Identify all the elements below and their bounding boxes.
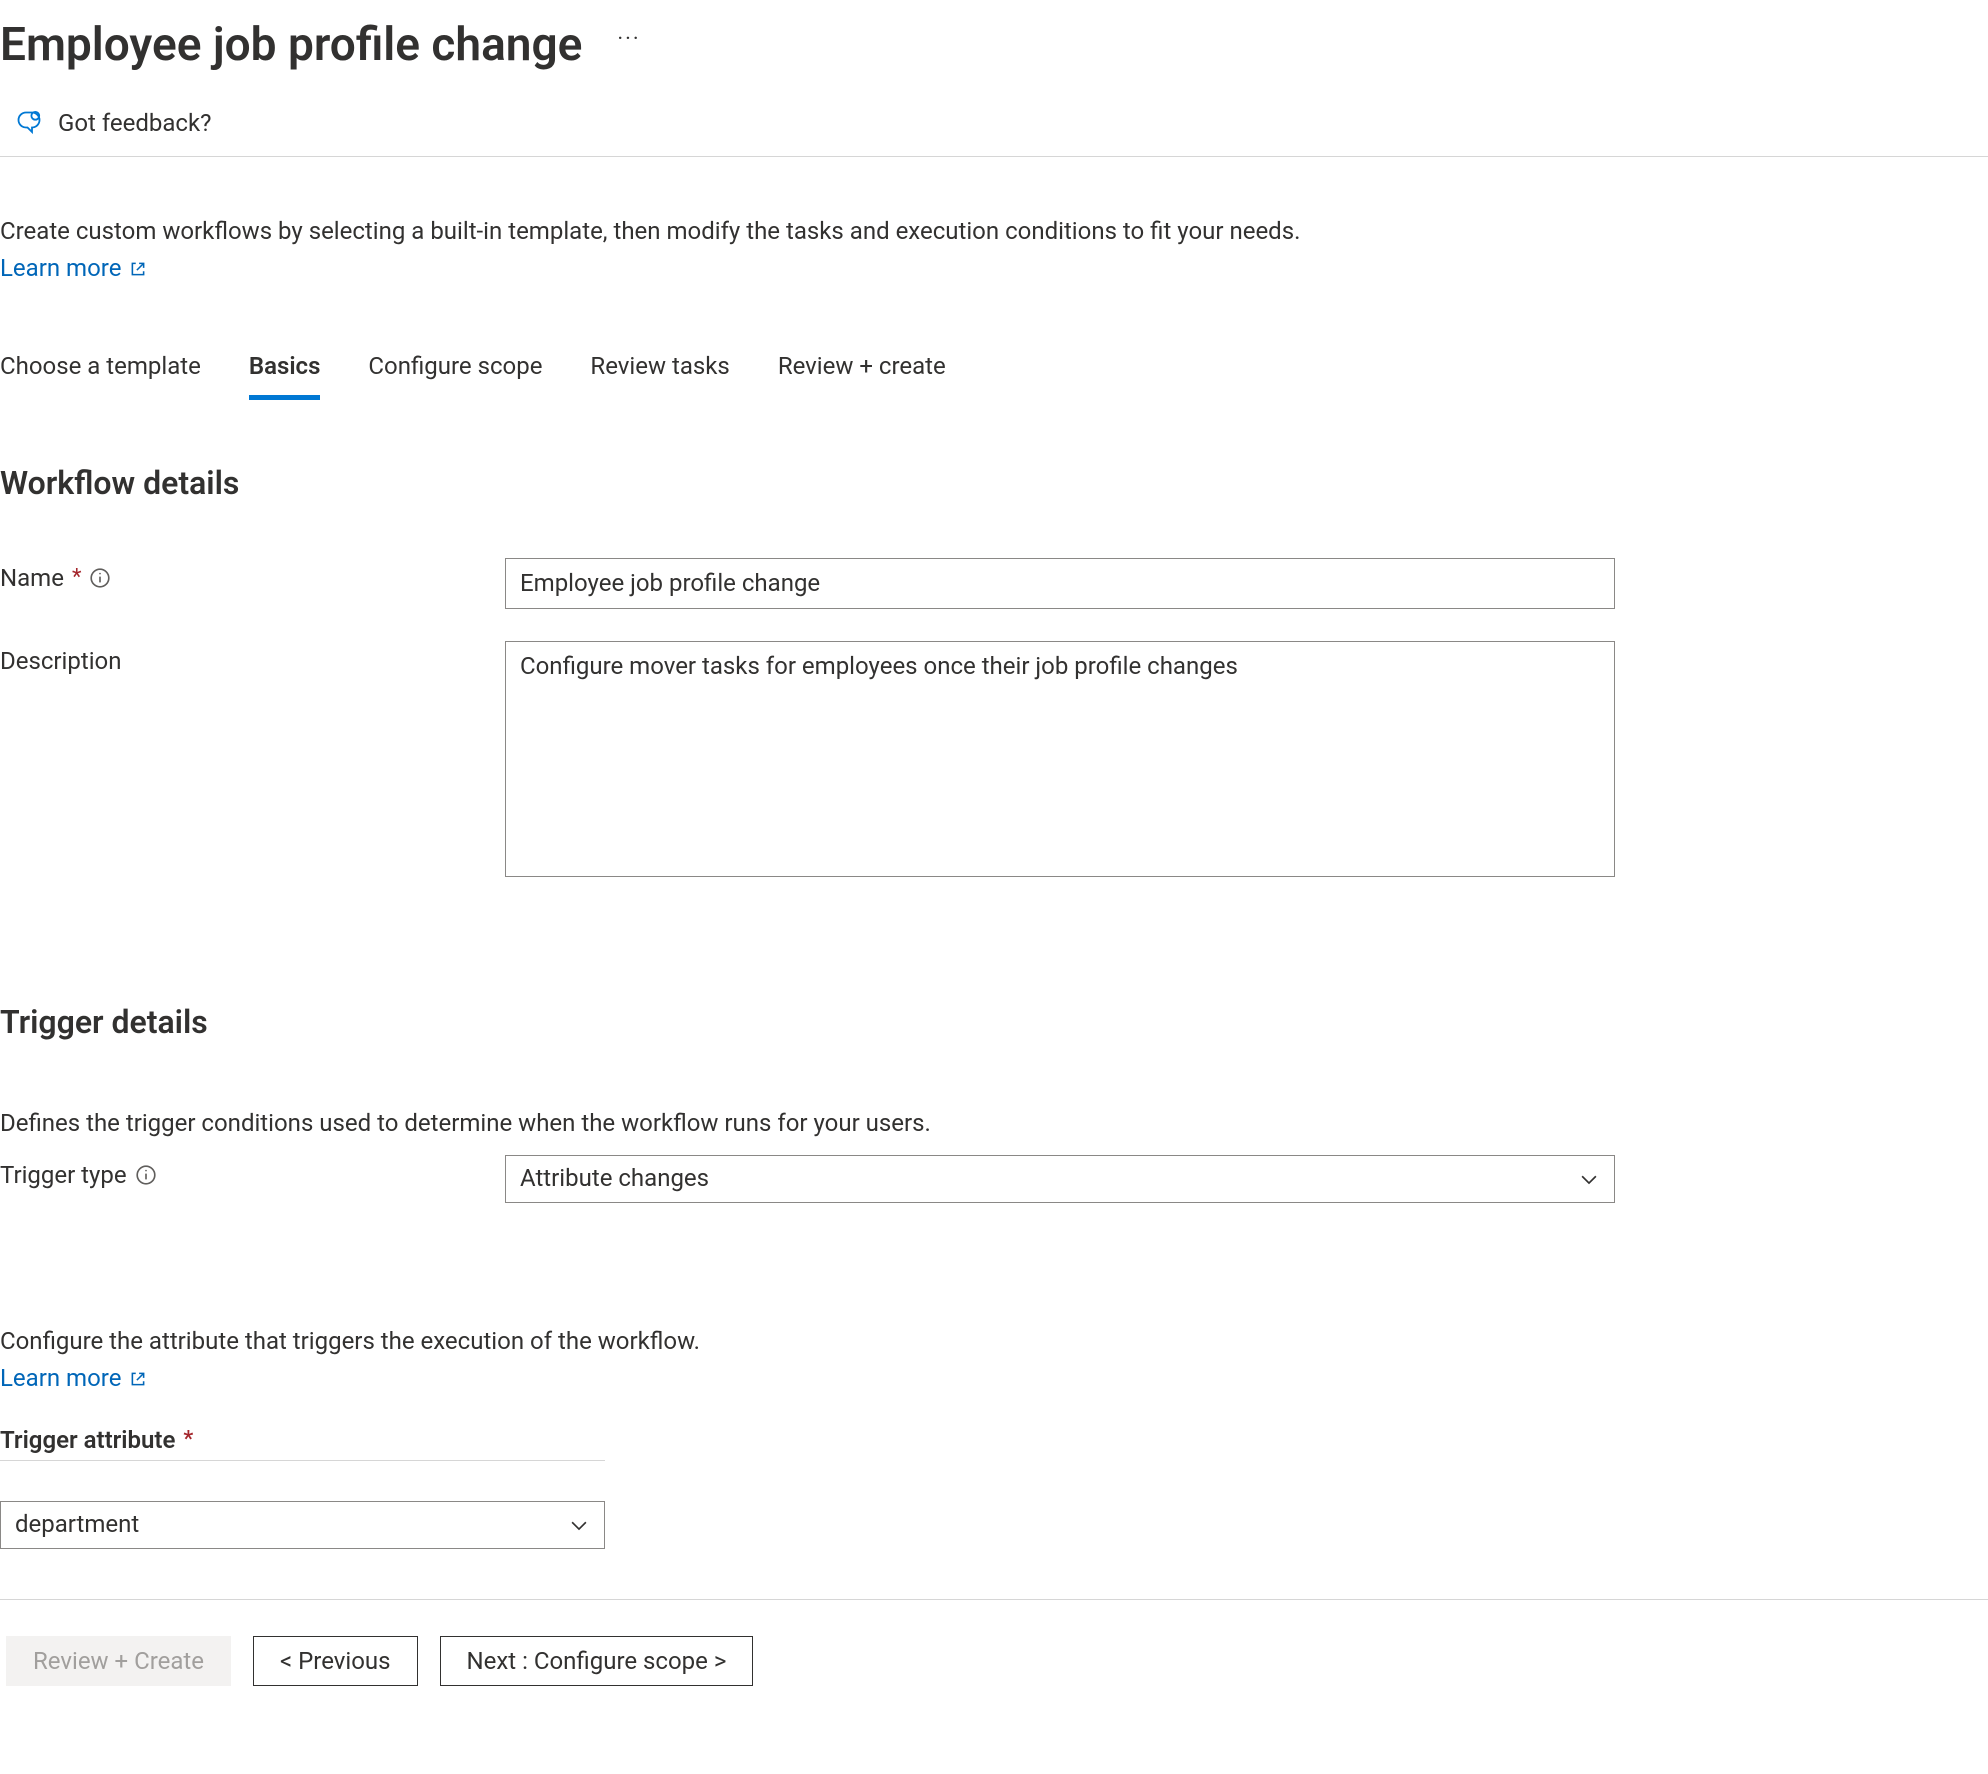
more-actions-icon[interactable]: ··· xyxy=(617,27,640,52)
trigger-type-label: Trigger type xyxy=(0,1161,127,1189)
next-button[interactable]: Next : Configure scope > xyxy=(440,1636,754,1686)
learn-more-label: Learn more xyxy=(0,1360,121,1397)
external-link-icon xyxy=(129,260,147,278)
intro-text: Create custom workflows by selecting a b… xyxy=(0,213,1988,250)
trigger-type-value: Attribute changes xyxy=(520,1162,709,1196)
tab-review-create[interactable]: Review + create xyxy=(778,351,946,399)
tab-choose-template[interactable]: Choose a template xyxy=(0,351,201,399)
previous-button[interactable]: < Previous xyxy=(253,1636,418,1686)
info-icon[interactable] xyxy=(89,567,111,589)
trigger-type-select[interactable]: Attribute changes xyxy=(505,1155,1615,1203)
trigger-details-heading: Trigger details xyxy=(0,1003,1988,1041)
workflow-details-heading: Workflow details xyxy=(0,464,1988,502)
trigger-attribute-select[interactable]: department xyxy=(0,1501,605,1549)
chevron-down-icon xyxy=(568,1514,590,1536)
tab-basics[interactable]: Basics xyxy=(249,351,321,399)
trigger-attribute-label: Trigger attribute xyxy=(0,1426,175,1454)
tabs: Choose a template Basics Configure scope… xyxy=(0,351,1988,399)
chevron-down-icon xyxy=(1578,1168,1600,1190)
feedback-button[interactable]: Got feedback? xyxy=(0,100,1988,157)
page-title: Employee job profile change xyxy=(0,18,582,72)
learn-more-link-trigger[interactable]: Learn more xyxy=(0,1360,147,1397)
trigger-details-description: Defines the trigger conditions used to d… xyxy=(0,1109,1988,1137)
info-icon[interactable] xyxy=(135,1164,157,1186)
learn-more-label: Learn more xyxy=(0,250,121,287)
tab-review-tasks[interactable]: Review tasks xyxy=(590,351,729,399)
required-indicator: * xyxy=(183,1427,193,1452)
trigger-attribute-value: department xyxy=(15,1508,139,1542)
description-label: Description xyxy=(0,647,122,675)
external-link-icon xyxy=(129,1370,147,1388)
review-create-button: Review + Create xyxy=(6,1636,231,1686)
tab-configure-scope[interactable]: Configure scope xyxy=(368,351,542,399)
description-input[interactable] xyxy=(505,641,1615,877)
learn-more-link[interactable]: Learn more xyxy=(0,250,147,287)
name-label: Name xyxy=(0,564,64,592)
name-input[interactable] xyxy=(505,558,1615,610)
trigger-attribute-description: Configure the attribute that triggers th… xyxy=(0,1323,1988,1360)
feedback-label: Got feedback? xyxy=(58,109,212,137)
feedback-icon xyxy=(14,108,44,138)
required-indicator: * xyxy=(72,565,81,590)
divider xyxy=(0,1460,605,1461)
